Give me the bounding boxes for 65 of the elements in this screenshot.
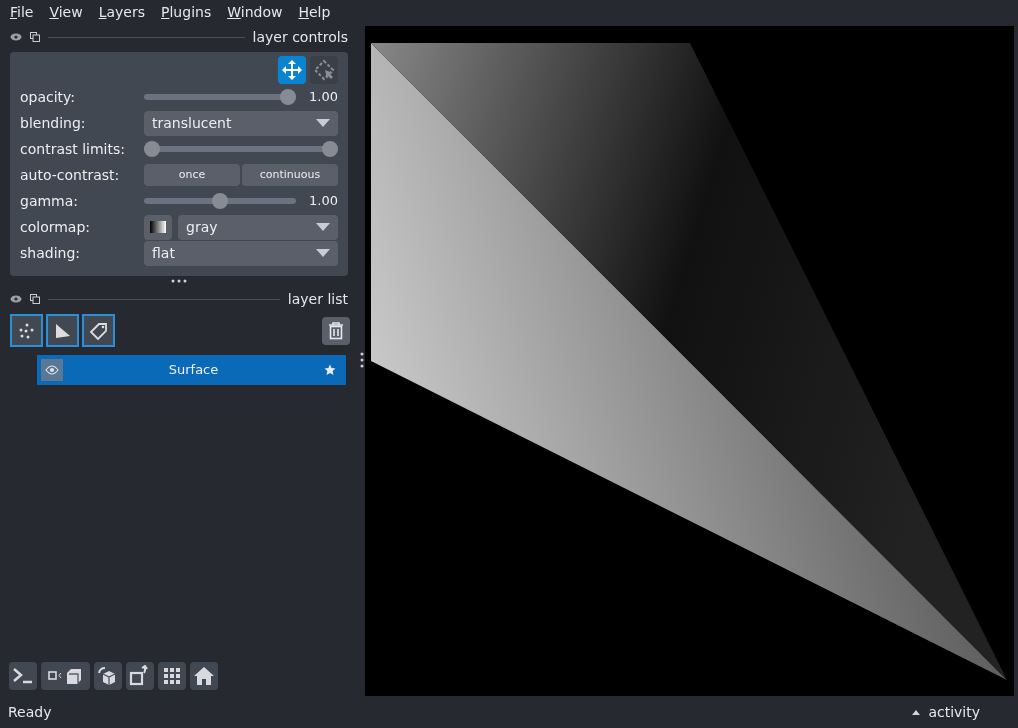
menu-item[interactable]: Help [298,1,331,23]
control-label: gamma: [20,191,80,211]
ndisplay-button[interactable] [41,662,90,690]
menu-item[interactable]: View [49,1,83,23]
caret-icon [316,249,330,257]
move-mode-button[interactable] [278,56,306,84]
auto-contrast-button[interactable]: continuous [242,164,338,186]
slider-handle[interactable] [144,141,160,157]
splitter-handle-icon [359,352,364,368]
caret-icon [912,709,921,715]
home-button[interactable] [190,662,218,690]
layer-name: Surface [167,361,220,380]
points-icon [17,321,36,340]
grid-button[interactable] [158,662,186,690]
transpose-button[interactable] [126,662,154,690]
control-label: opacity: [20,87,77,107]
dropdown[interactable]: flat [144,240,338,266]
dropdown[interactable]: translucent [144,110,338,136]
polygon-icon [53,321,72,340]
new-points-layer-button[interactable] [10,314,43,347]
layer-row[interactable]: Surface [37,355,346,385]
menu-item[interactable]: File [10,1,34,23]
eye-icon[interactable] [10,33,22,41]
menu-item[interactable]: Plugins [161,1,212,23]
control-label: blending: [20,113,87,133]
new-labels-layer-button[interactable] [82,314,115,347]
star-icon [324,364,336,376]
new-shapes-layer-button[interactable] [46,314,79,347]
transform-mode-button[interactable] [310,56,338,84]
eye-icon [45,365,59,375]
caret-icon [316,119,330,127]
status-message: Ready [8,702,52,722]
console-button[interactable] [9,662,37,690]
dropdown[interactable]: gray [178,214,338,240]
control-label: colormap: [20,217,92,237]
slider-handle[interactable] [280,89,296,105]
delete-layer-button[interactable] [322,316,350,345]
splitter-handle-icon [171,279,187,283]
float-icon[interactable] [30,32,40,42]
eye-icon[interactable] [10,295,22,303]
control-label: shading: [20,243,81,263]
slider-handle[interactable] [212,193,228,209]
slider-value: 1.00 [308,192,338,211]
grid-icon [162,666,182,686]
slider-handle[interactable] [322,141,338,157]
menu-item[interactable]: Layers [98,1,146,23]
console-icon [12,667,34,685]
auto-contrast-button[interactable]: once [144,164,240,186]
roll-button[interactable] [94,662,122,690]
colormap-swatch[interactable] [144,214,172,240]
activity-button[interactable]: activity [912,701,980,723]
visibility-toggle[interactable] [41,359,63,381]
caret-icon [316,223,330,231]
float-icon[interactable] [30,294,40,304]
home-icon [193,665,215,687]
control-label: auto-contrast: [20,165,121,185]
section-title: layer controls [252,27,348,47]
control-label: contrast limits: [20,139,126,159]
transpose-icon [129,665,151,687]
trash-icon [328,321,344,340]
tag-icon [88,320,109,341]
menu-item[interactable]: Window [227,1,283,23]
section-title: layer list [287,289,348,309]
canvas[interactable] [365,26,1014,696]
slider-value: 1.00 [308,88,338,107]
